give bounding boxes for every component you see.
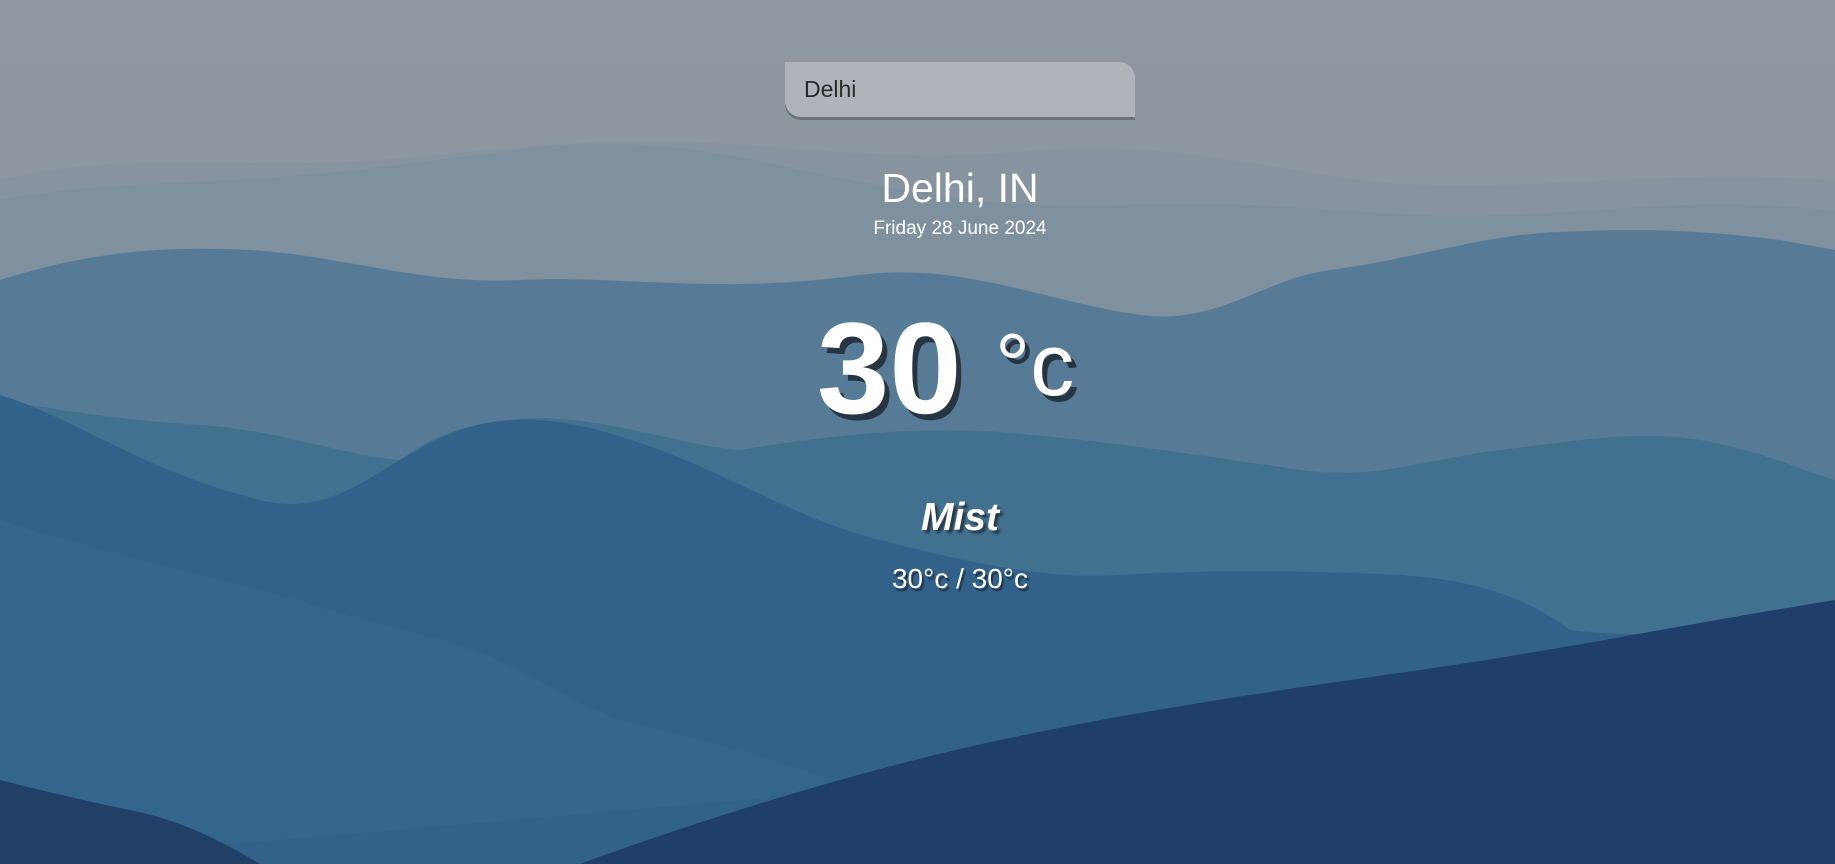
temperature-unit: °c bbox=[995, 315, 1075, 414]
location-title: Delhi, IN bbox=[881, 165, 1039, 211]
search-input[interactable] bbox=[785, 62, 1135, 117]
weather-condition: Mist bbox=[921, 496, 999, 539]
high-low-temperature: 30°c / 30°c bbox=[891, 563, 1029, 594]
current-date: Friday 28 June 2024 bbox=[873, 218, 1047, 239]
current-temperature: 30 bbox=[817, 295, 962, 441]
